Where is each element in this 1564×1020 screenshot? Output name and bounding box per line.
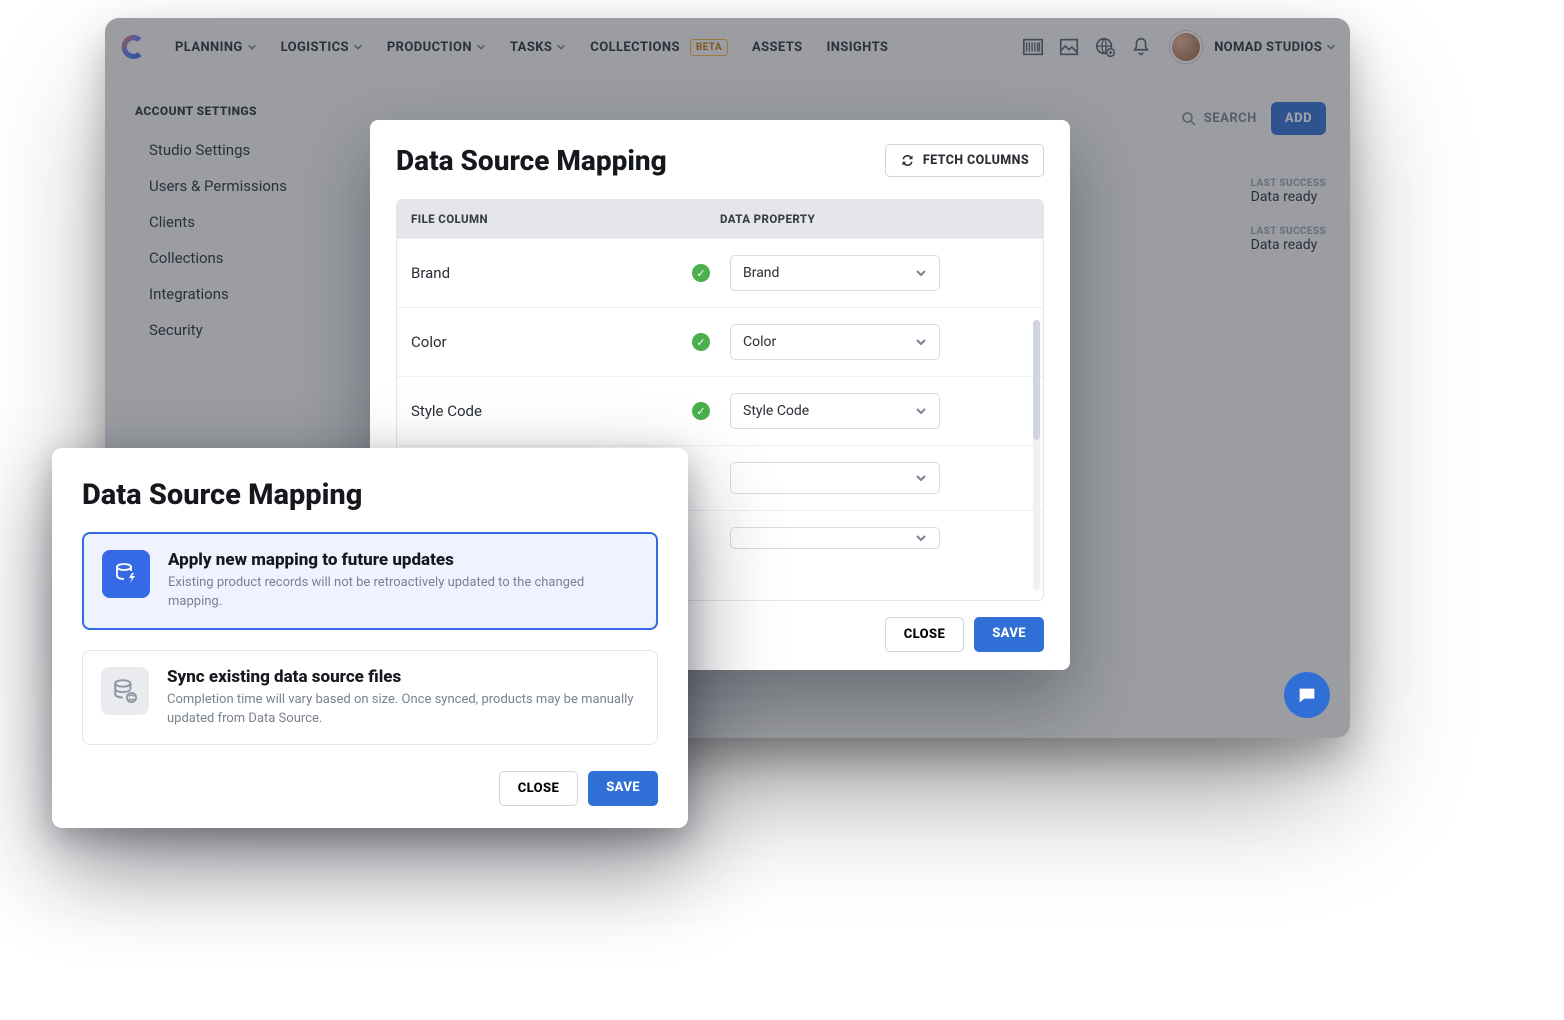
option-apply-future[interactable]: Apply new mapping to future updates Exis… [82,532,658,630]
nav-logistics[interactable]: LOGISTICS [271,34,373,61]
nav-tasks[interactable]: TASKS [500,34,576,61]
sidebar-title: ACCOUNT SETTINGS [135,104,345,118]
property-select[interactable] [730,462,940,494]
property-value: Brand [743,265,779,281]
chevron-down-icon [1326,42,1336,52]
barcode-icon[interactable] [1022,36,1044,58]
sidebar-item-studio-settings[interactable]: Studio Settings [135,132,345,168]
database-sync-icon [101,667,149,715]
chat-icon [1296,684,1318,706]
file-column-name: Color [411,333,447,351]
search-icon [1180,110,1198,128]
account-switcher[interactable]: NOMAD STUDIOS [1214,40,1336,55]
beta-badge: BETA [690,39,728,56]
app-logo [119,32,149,62]
nav-label: LOGISTICS [281,40,349,55]
last-success-label: LAST SUCCESS [1251,178,1326,189]
chevron-down-icon [247,42,257,52]
close-button[interactable]: CLOSE [499,771,578,806]
database-lightning-icon [102,550,150,598]
nav-planning[interactable]: PLANNING [165,34,267,61]
sidebar-item-collections[interactable]: Collections [135,240,345,276]
nav-label: PRODUCTION [387,40,472,55]
option-title: Apply new mapping to future updates [168,550,638,570]
check-icon: ✓ [692,402,710,420]
modal-title: Data Source Mapping [396,144,667,177]
save-button[interactable]: SAVE [588,771,658,806]
property-select[interactable]: Style Code [730,393,940,429]
last-success-value: Data ready [1251,189,1326,205]
nav-label: TASKS [510,40,552,55]
mapping-save-options-modal: Data Source Mapping Apply new mapping to… [52,448,688,828]
chevron-down-icon [915,267,927,279]
chevron-down-icon [915,472,927,484]
property-select[interactable] [730,527,940,549]
sidebar-item-users-permissions[interactable]: Users & Permissions [135,168,345,204]
property-value: Style Code [743,403,809,419]
sidebar-item-clients[interactable]: Clients [135,204,345,240]
globe-icon[interactable] [1094,36,1116,58]
sidebar-item-security[interactable]: Security [135,312,345,348]
last-success-value: Data ready [1251,237,1326,253]
table-row: Brand ✓ Brand [397,238,1043,307]
modal-title: Data Source Mapping [82,478,658,512]
check-icon: ✓ [692,333,710,351]
chevron-down-icon [915,405,927,417]
search-input[interactable]: SEARCH [1180,110,1257,128]
scrollbar-thumb[interactable] [1033,320,1040,440]
table-header: FILE COLUMN DATA PROPERTY [397,200,1043,238]
option-description: Existing product records will not be ret… [168,574,638,612]
nav-production[interactable]: PRODUCTION [377,34,496,61]
chevron-down-icon [353,42,363,52]
last-success-label: LAST SUCCESS [1251,226,1326,237]
fetch-columns-label: FETCH COLUMNS [923,153,1029,168]
file-column-name: Style Code [411,402,482,420]
property-select[interactable]: Color [730,324,940,360]
nav-label: INSIGHTS [827,40,889,55]
bell-icon[interactable] [1130,36,1152,58]
save-button[interactable]: SAVE [974,617,1044,652]
nav-insights[interactable]: INSIGHTS [817,34,899,61]
sidebar-item-integrations[interactable]: Integrations [135,276,345,312]
property-select[interactable]: Brand [730,255,940,291]
image-icon[interactable] [1058,36,1080,58]
nav-label: PLANNING [175,40,243,55]
nav-assets[interactable]: ASSETS [742,34,813,61]
property-value: Color [743,334,776,350]
chat-launcher[interactable] [1284,672,1330,718]
add-button[interactable]: ADD [1271,102,1326,135]
topbar: PLANNING LOGISTICS PRODUCTION TASKS COLL… [105,18,1350,76]
check-icon: ✓ [692,264,710,282]
file-column-name: Brand [411,264,450,282]
chevron-down-icon [476,42,486,52]
search-placeholder: SEARCH [1204,111,1257,126]
table-row: Color ✓ Color [397,307,1043,376]
fetch-columns-button[interactable]: FETCH COLUMNS [885,144,1044,177]
nav-collections[interactable]: COLLECTIONS BETA [580,33,738,62]
chevron-down-icon [556,42,566,52]
col-header-property: DATA PROPERTY [720,212,1029,226]
col-header-file: FILE COLUMN [411,212,720,226]
nav-label: COLLECTIONS [590,40,680,55]
refresh-icon [900,153,915,168]
table-row: Style Code ✓ Style Code [397,376,1043,445]
nav-label: ASSETS [752,40,803,55]
account-name-label: NOMAD STUDIOS [1214,40,1322,55]
chevron-down-icon [915,532,927,544]
avatar[interactable] [1170,31,1202,63]
option-description: Completion time will vary based on size.… [167,691,639,729]
option-title: Sync existing data source files [167,667,639,687]
option-sync-existing[interactable]: Sync existing data source files Completi… [82,650,658,746]
chevron-down-icon [915,336,927,348]
topbar-icons [1022,36,1152,58]
close-button[interactable]: CLOSE [885,617,964,652]
